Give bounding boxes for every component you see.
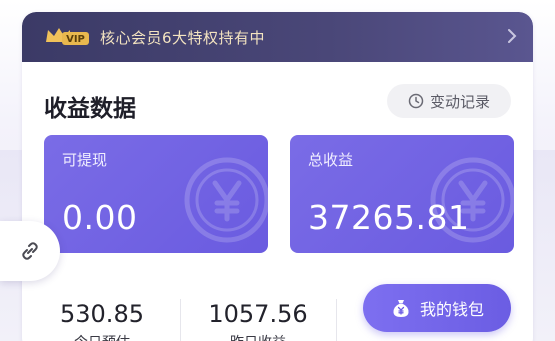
history-icon [408, 93, 424, 109]
vip-banner[interactable]: VIP 核心会员6大特权持有中 [22, 12, 533, 62]
withdrawable-box[interactable]: 可提现 0.00 [44, 135, 268, 253]
total-income-box[interactable]: 总收益 37265.81 [290, 135, 514, 253]
yuan-coin-icon [430, 157, 514, 243]
withdrawable-label: 可提现 [62, 151, 108, 169]
section-title: 收益数据 [44, 96, 136, 122]
vip-badge-text: VIP [66, 34, 85, 45]
today-estimate-value: 530.85 [60, 300, 144, 328]
yesterday-income-label: 昨日收益 [194, 332, 322, 341]
vip-banner-text: 核心会员6大特权持有中 [100, 29, 266, 47]
total-income-label: 总收益 [308, 151, 354, 169]
divider [336, 299, 337, 341]
link-button[interactable] [0, 221, 60, 281]
chevron-right-icon [508, 29, 517, 43]
withdrawable-value: 0.00 [62, 198, 138, 237]
link-icon [22, 242, 38, 260]
divider [180, 299, 181, 341]
yesterday-income[interactable]: 1057.56 昨日收益 [194, 300, 322, 341]
yesterday-income-value: 1057.56 [208, 300, 308, 328]
my-wallet-button[interactable]: 我的钱包 [363, 284, 511, 332]
my-wallet-label: 我的钱包 [419, 300, 484, 319]
yuan-coin-icon [184, 157, 268, 243]
today-estimate-label: 今日预估 [40, 332, 164, 341]
history-button-label: 变动记录 [429, 92, 490, 111]
money-bag-icon [393, 300, 409, 317]
history-button[interactable]: 变动记录 [387, 84, 511, 118]
crown-icon: VIP [46, 28, 89, 45]
today-estimate[interactable]: 530.85 今日预估 [40, 300, 164, 341]
